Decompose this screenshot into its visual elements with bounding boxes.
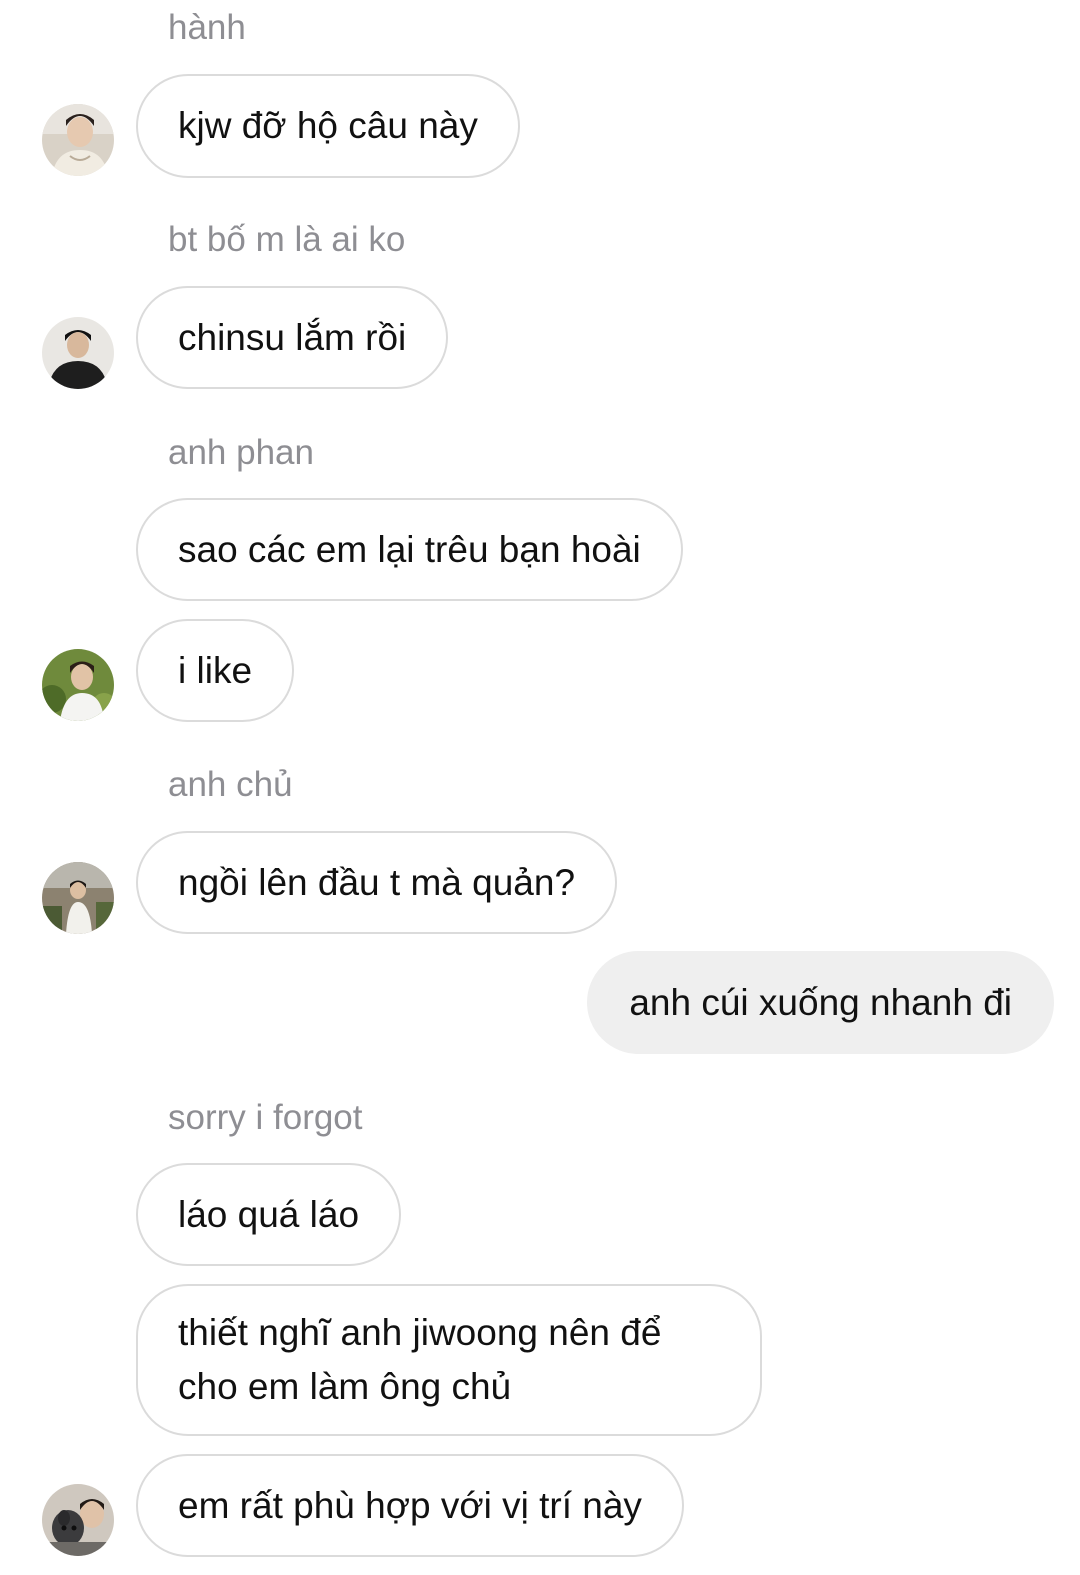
- own-message-bubble[interactable]: anh cúi xuống nhanh đi: [587, 951, 1054, 1054]
- message-text: thiết nghĩ anh jiwoong nên để cho em làm…: [178, 1312, 662, 1407]
- avatar[interactable]: [42, 649, 114, 721]
- message-bubble[interactable]: i like: [136, 619, 295, 722]
- message-text: sao các em lại trêu bạn hoài: [178, 528, 641, 570]
- message-bubble[interactable]: thiết nghĩ anh jiwoong nên để cho em làm…: [136, 1284, 762, 1436]
- avatar[interactable]: [42, 317, 114, 389]
- message-text: láo quá láo: [178, 1193, 360, 1235]
- sender-name: hành: [168, 8, 246, 47]
- avatar-photo-icon: [42, 104, 114, 176]
- message-text: chinsu lắm rồi: [178, 316, 407, 358]
- message-bubble[interactable]: em rất phù hợp với vị trí này: [136, 1454, 684, 1557]
- message-text: em rất phù hợp với vị trí này: [178, 1484, 642, 1526]
- message-bubble[interactable]: ngồi lên đầu t mà quản?: [136, 831, 618, 934]
- message-bubble[interactable]: kjw đỡ hộ câu này: [136, 74, 520, 178]
- avatar-photo-icon: [42, 317, 114, 389]
- sender-name: anh phan: [168, 433, 314, 472]
- avatar-photo-icon: [42, 862, 114, 934]
- sender-name: sorry i forgot: [168, 1098, 363, 1137]
- avatar[interactable]: [42, 862, 114, 934]
- sender-name: anh chủ: [168, 765, 293, 804]
- message-text: kjw đỡ hộ câu này: [178, 105, 478, 146]
- avatar[interactable]: [42, 1484, 114, 1556]
- message-bubble[interactable]: láo quá láo: [136, 1163, 402, 1266]
- avatar-photo-icon: [42, 1484, 114, 1556]
- sender-name: bt bố m là ai ko: [168, 220, 406, 259]
- avatar[interactable]: [42, 104, 114, 176]
- message-bubble[interactable]: chinsu lắm rồi: [136, 286, 449, 389]
- message-text: i like: [178, 649, 253, 691]
- avatar-photo-icon: [42, 649, 114, 721]
- message-text: anh cúi xuống nhanh đi: [629, 981, 1012, 1023]
- message-bubble[interactable]: sao các em lại trêu bạn hoài: [136, 498, 683, 601]
- message-text: ngồi lên đầu t mà quản?: [178, 861, 576, 903]
